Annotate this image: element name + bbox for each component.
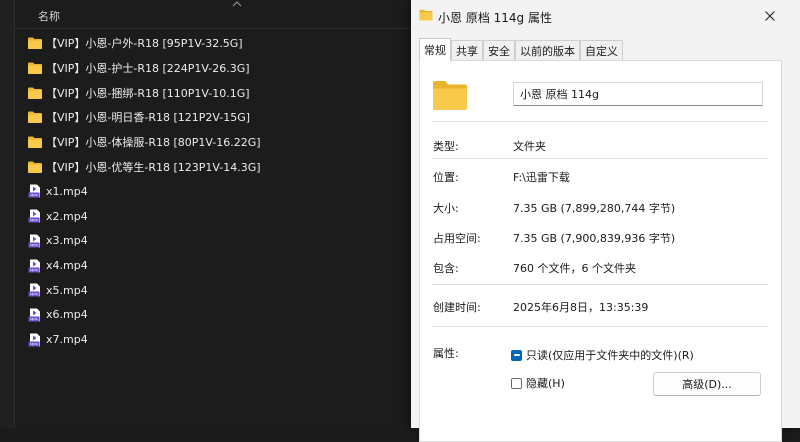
folder-name-field[interactable] [513,82,763,106]
list-item-folder[interactable]: 【VIP】小恩-户外-R18 [95P1V-32.5G] [14,31,411,56]
list-item-folder[interactable]: 【VIP】小恩-捆绑-R18 [110P1V-10.1G] [14,80,411,105]
list-item-file[interactable]: MP4 x7.mp4 [14,327,411,352]
readonly-label: 只读(仅应用于文件夹中的文件)(R) [526,349,694,362]
size-on-disk-label: 占用空间: [433,232,481,245]
svg-text:MP4: MP4 [30,243,38,247]
tab-bar: 常规 共享 安全 以前的版本 自定义 [419,38,623,61]
tab-previous-versions[interactable]: 以前的版本 [515,40,580,61]
list-item-file[interactable]: MP4 x3.mp4 [14,229,411,254]
folder-icon [433,81,467,110]
size-label: 大小: [433,202,459,215]
properties-dialog: 小恩 原档 114g 属性 常规 共享 安全 以前的版本 自定义 类型: 文件夹… [411,0,800,442]
list-item-folder[interactable]: 【VIP】小恩-体操服-R18 [80P1V-16.22G] [14,130,411,155]
file-list: 【VIP】小恩-户外-R18 [95P1V-32.5G] 【VIP】小恩-护士-… [14,31,411,352]
attributes-label: 属性: [433,347,459,360]
file-name: x6.mp4 [46,308,88,322]
divider [432,121,768,122]
mp4-file-icon: MP4 [28,283,40,297]
folder-icon [28,62,42,75]
folder-name: 【VIP】小恩-明日香-R18 [121P2V-15G] [46,111,251,125]
mp4-file-icon: MP4 [28,234,40,247]
divider [432,326,768,327]
folder-name: 【VIP】小恩-护士-R18 [224P1V-26.3G] [46,62,250,76]
divider [432,158,768,159]
mp4-file-icon: MP4 [28,184,40,198]
location-label: 位置: [433,171,459,184]
file-name: x7.mp4 [46,333,88,347]
checkbox-unchecked-icon [511,377,522,389]
created-value: 2025年6月8日，13:35:39 [513,301,649,314]
file-name: x2.mp4 [46,209,88,223]
svg-text:MP4: MP4 [30,219,38,223]
advanced-button[interactable]: 高级(D)... [653,372,761,396]
list-item-folder[interactable]: 【VIP】小恩-明日香-R18 [121P2V-15G] [14,105,411,130]
dialog-title: 小恩 原档 114g 属性 [438,11,552,25]
list-item-file[interactable]: MP4 x4.mp4 [14,253,411,278]
svg-text:MP4: MP4 [30,342,38,346]
general-tab-panel: 类型: 文件夹 位置: F:\迅雷下载 大小: 7.35 GB (7,899,2… [419,60,782,442]
list-item-file[interactable]: MP4 x1.mp4 [14,179,411,204]
type-label: 类型: [433,140,459,153]
list-item-file[interactable]: MP4 x5.mp4 [14,278,411,303]
type-value: 文件夹 [513,140,546,153]
contains-label: 包含: [433,262,459,275]
folder-icon [419,9,433,21]
readonly-checkbox[interactable]: 只读(仅应用于文件夹中的文件)(R) [511,347,694,363]
column-header-bar: 名称 [14,0,411,29]
folder-name: 【VIP】小恩-户外-R18 [95P1V-32.5G] [46,37,243,51]
svg-text:MP4: MP4 [30,194,38,198]
folder-icon [28,87,42,99]
file-name: x5.mp4 [46,283,88,297]
file-name: x1.mp4 [46,184,88,198]
size-value: 7.35 GB (7,899,280,744 字节) [513,202,676,215]
created-label: 创建时间: [433,301,481,314]
folder-icon [28,161,42,173]
tab-sharing[interactable]: 共享 [451,40,483,61]
mp4-file-icon: MP4 [28,308,40,322]
hidden-checkbox[interactable]: 隐藏(H) [511,375,565,391]
folder-name: 【VIP】小恩-优等生-R18 [123P1V-14.3G] [46,160,261,174]
hidden-label: 隐藏(H) [526,377,565,390]
dialog-titlebar[interactable]: 小恩 原档 114g 属性 [411,0,800,33]
file-name: x4.mp4 [46,259,88,273]
folder-name: 【VIP】小恩-体操服-R18 [80P1V-16.22G] [46,136,261,150]
file-explorer: 名称 【VIP】小恩-户外-R18 [95P1V-32.5G] 【VIP】小恩-… [0,0,411,428]
list-item-file[interactable]: MP4 x2.mp4 [14,204,411,229]
list-item-folder[interactable]: 【VIP】小恩-护士-R18 [224P1V-26.3G] [14,56,411,81]
size-on-disk-value: 7.35 GB (7,900,839,936 字节) [513,232,676,245]
list-item-file[interactable]: MP4 x6.mp4 [14,303,411,328]
location-value: F:\迅雷下载 [513,171,570,184]
contains-value: 760 个文件，6 个文件夹 [513,262,636,275]
close-button[interactable] [762,8,778,24]
sort-up-icon [232,1,242,7]
mp4-file-icon: MP4 [28,259,40,272]
folder-icon [28,111,42,124]
navigation-pane-edge [0,0,15,428]
svg-text:MP4: MP4 [30,318,38,322]
file-name: x3.mp4 [46,234,88,248]
tab-general[interactable]: 常规 [419,38,451,61]
checkbox-indeterminate-icon [511,349,522,361]
svg-text:MP4: MP4 [30,293,38,297]
folder-icon [28,136,42,149]
svg-text:MP4: MP4 [30,268,38,272]
folder-name: 【VIP】小恩-捆绑-R18 [110P1V-10.1G] [46,86,250,100]
divider [432,284,768,285]
name-column-header[interactable]: 名称 [38,8,60,24]
close-icon [765,11,775,21]
mp4-file-icon: MP4 [28,333,40,346]
mp4-file-icon: MP4 [28,209,40,223]
tab-customize[interactable]: 自定义 [580,40,623,61]
list-item-folder[interactable]: 【VIP】小恩-优等生-R18 [123P1V-14.3G] [14,154,411,179]
tab-security[interactable]: 安全 [483,40,515,61]
folder-icon [28,37,42,50]
